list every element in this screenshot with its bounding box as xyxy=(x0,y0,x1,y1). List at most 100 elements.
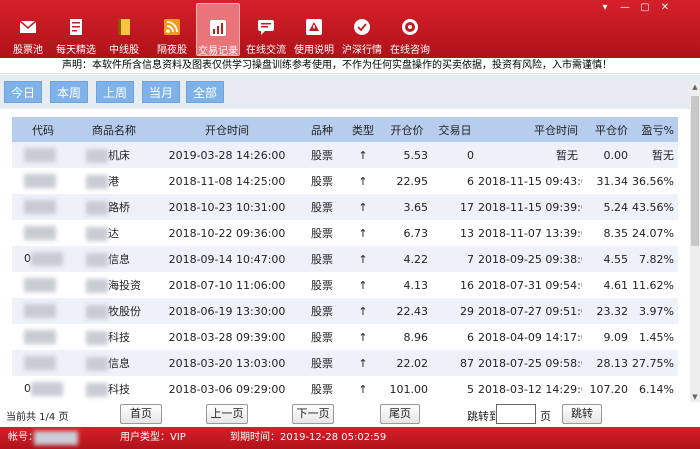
filter-last-week-button[interactable]: 上周 xyxy=(96,81,134,103)
close-icon[interactable]: ✕ xyxy=(658,2,672,14)
next-page-button[interactable]: 下一页 xyxy=(292,404,334,424)
table-row[interactable]: 机床 2019-03-28 14:26:00 股票 ↑ 5.53 0 暂无 0.00 暂无 xyxy=(12,142,678,168)
filter-this-month-button[interactable]: 当月 xyxy=(142,81,180,103)
cell-open-price: 8.96 xyxy=(403,330,429,344)
table-row[interactable]: 科技 2018-03-28 09:39:00 股票 ↑ 8.96 6 2018-04-09 … xyxy=(12,324,678,350)
toolbar-daily-picks[interactable]: 每天精选 xyxy=(54,3,98,56)
cell-close-price: 28.13 xyxy=(596,356,629,370)
redacted-block xyxy=(31,252,63,266)
toolbar-market-quotes[interactable]: 沪深行情 xyxy=(340,3,384,56)
cell-open-time: 2018-06-19 13:30:00 xyxy=(168,304,286,318)
toolbar-trade-records[interactable]: 交易记录 xyxy=(196,3,240,57)
prev-page-button[interactable]: 上一页 xyxy=(206,404,248,424)
cell-days: 13 xyxy=(460,226,474,240)
cell-close-time: 暂无 xyxy=(556,149,578,162)
redacted-block xyxy=(24,330,56,344)
cell-code: 0 xyxy=(12,246,74,272)
table-row[interactable]: 牧股份 2018-06-19 13:30:00 股票 ↑ 22.43 29 2018-07-… xyxy=(12,298,678,324)
cell-open-price: 4.22 xyxy=(403,252,429,266)
col-pnl[interactable]: 盈亏% xyxy=(632,117,678,142)
cell-kind: 股票 xyxy=(311,357,333,370)
document-icon xyxy=(70,19,82,35)
table-row[interactable]: 0 科技 2018-03-06 09:29:00 股票 ↑ 101.00 5 2018-03-… xyxy=(12,376,678,402)
table-row[interactable]: 达 2018-10-22 09:36:00 股票 ↑ 6.73 13 2018-11-07 … xyxy=(12,220,678,246)
code-text: 0 xyxy=(24,382,31,395)
table-row[interactable]: 港 2018-11-08 14:25:00 股票 ↑ 22.95 6 2018-11-15 … xyxy=(12,168,678,194)
cell-days: 0 xyxy=(467,148,474,162)
cell-close-price: 9.09 xyxy=(603,330,629,344)
col-open-time[interactable]: 开仓时间 xyxy=(154,117,300,142)
col-close-time[interactable]: 平仓时间 xyxy=(478,117,582,142)
cell-kind: 股票 xyxy=(311,149,333,162)
col-kind[interactable]: 品种 xyxy=(300,117,344,142)
trade-records-table: 代码 商品名称 开仓时间 品种 类型 开仓价 交易日 平仓时间 平仓价 盈亏% … xyxy=(12,117,678,402)
cell-days: 6 xyxy=(467,330,474,344)
maximize-icon[interactable]: ▢ xyxy=(638,2,652,14)
chart-icon xyxy=(210,20,226,36)
cell-name: 科技 xyxy=(74,324,154,350)
cell-kind: 股票 xyxy=(311,305,333,318)
name-text: 港 xyxy=(108,175,119,188)
pagination-bar: 当前共 1/4 页 首页 上一页 下一页 尾页 跳转到 页 跳转 xyxy=(0,402,700,426)
cell-name: 机床 xyxy=(74,142,154,168)
cell-kind: 股票 xyxy=(311,279,333,292)
cell-kind: 股票 xyxy=(311,253,333,266)
cell-close-price: 4.55 xyxy=(603,252,629,266)
last-page-button[interactable]: 尾页 xyxy=(380,404,420,424)
filter-today-button[interactable]: 今日 xyxy=(4,81,42,103)
filter-all-button[interactable]: 全部 xyxy=(186,81,224,103)
cell-close-price: 0.00 xyxy=(603,148,629,162)
toolbar-instructions[interactable]: 使用说明 xyxy=(292,3,336,56)
cell-days: 29 xyxy=(460,304,474,318)
disclaimer-text: 声明：本软件所含信息资料及图表仅供学习操盘训练参考使用，不作为任何实盘操作的买卖… xyxy=(0,58,700,74)
jump-unit: 页 xyxy=(540,410,551,423)
redacted-block xyxy=(86,201,108,215)
scroll-down-icon[interactable]: ▼ xyxy=(690,392,700,402)
col-close-price[interactable]: 平仓价 xyxy=(582,117,632,142)
jump-button[interactable]: 跳转 xyxy=(562,404,602,424)
col-type[interactable]: 类型 xyxy=(344,117,382,142)
vertical-scrollbar[interactable]: ▲ ▼ xyxy=(690,82,700,402)
redacted-block xyxy=(24,226,56,240)
col-code[interactable]: 代码 xyxy=(12,117,74,142)
toolbar-label: 沪深行情 xyxy=(342,45,382,56)
table-row[interactable]: 路桥 2018-10-23 10:31:00 股票 ↑ 3.65 17 2018-11-15… xyxy=(12,194,678,220)
cell-pnl: 暂无 xyxy=(652,149,674,162)
cell-close-price: 8.35 xyxy=(603,226,629,240)
cell-days: 7 xyxy=(467,252,474,266)
toolbar-label: 每天精选 xyxy=(56,45,96,56)
col-open-price[interactable]: 开仓价 xyxy=(382,117,432,142)
mail-icon xyxy=(19,20,37,33)
scrollbar-thumb[interactable] xyxy=(691,96,699,246)
toolbar-midterm[interactable]: 中线股 xyxy=(104,3,144,56)
cell-type: ↑ xyxy=(358,226,368,240)
cell-code: 0 xyxy=(12,376,74,402)
page-info: 当前共 1/4 页 xyxy=(6,412,69,423)
status-bar: 帐号： 用户类型：VIP 到期时间：2019-12-28 05:02:59 xyxy=(0,427,700,449)
skin-icon[interactable]: ▾ xyxy=(598,2,612,14)
toolbar-online-chat[interactable]: 在线交流 xyxy=(244,3,288,56)
cell-close-time: 2018-11-07 13:39:00 xyxy=(478,226,582,240)
cell-name: 信息 xyxy=(74,350,154,376)
table-row[interactable]: 0 信息 2018-09-14 10:47:00 股票 ↑ 4.22 7 2018-09-25… xyxy=(12,246,678,272)
cell-kind: 股票 xyxy=(311,383,333,396)
cell-close-price: 5.24 xyxy=(603,200,629,214)
minimize-icon[interactable]: — xyxy=(618,2,632,14)
jump-page-input[interactable] xyxy=(496,404,536,424)
scroll-up-icon[interactable]: ▲ xyxy=(690,82,700,92)
filter-this-week-button[interactable]: 本周 xyxy=(50,81,88,103)
first-page-button[interactable]: 首页 xyxy=(120,404,162,424)
col-name[interactable]: 商品名称 xyxy=(74,117,154,142)
cell-close-price: 31.34 xyxy=(596,174,629,188)
toolbar-stock-pool[interactable]: 股票池 xyxy=(6,3,50,56)
col-days[interactable]: 交易日 xyxy=(432,117,478,142)
chat-icon xyxy=(258,20,274,35)
cell-open-time: 2018-09-14 10:47:00 xyxy=(168,252,286,266)
table-row[interactable]: 海投资 2018-07-10 11:06:00 股票 ↑ 4.13 16 2018-07-3… xyxy=(12,272,678,298)
redacted-block xyxy=(86,149,108,163)
table-row[interactable]: 信息 2018-03-20 13:03:00 股票 ↑ 22.02 87 2018-07-2… xyxy=(12,350,678,376)
cell-days: 87 xyxy=(460,356,474,370)
cell-pnl: 7.82% xyxy=(639,252,674,266)
toolbar-overnight[interactable]: 隔夜股 xyxy=(152,3,192,56)
toolbar-online-consult[interactable]: 在线咨询 xyxy=(388,3,432,56)
